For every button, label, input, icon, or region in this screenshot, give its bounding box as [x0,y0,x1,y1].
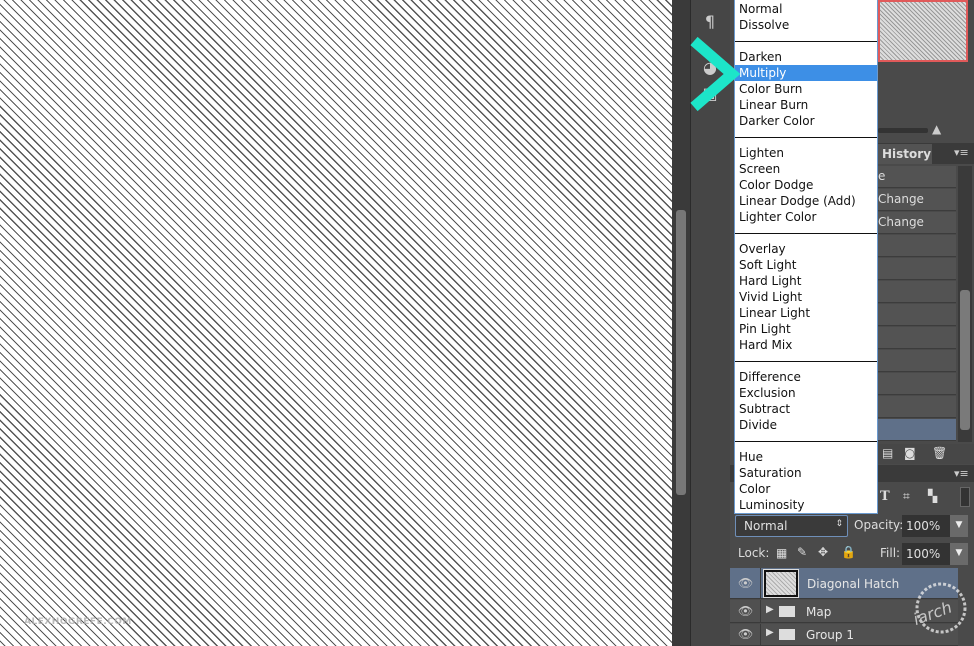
canvas-scrollbar-thumb[interactable] [676,210,686,495]
history-state[interactable]: Change [878,189,956,211]
menu-item-saturation[interactable]: Saturation [735,465,877,481]
layer-thumbnail [763,569,799,598]
menu-item-soft-light[interactable]: Soft Light [735,257,877,273]
menu-item-linear-burn[interactable]: Linear Burn [735,97,877,113]
blend-mode-select[interactable]: Normal ⇕ [735,515,848,537]
history-state[interactable] [878,373,956,395]
menu-item-darken[interactable]: Darken [735,49,877,65]
opacity-dropdown-button[interactable]: ▼ [950,515,968,537]
column-divider [760,600,761,622]
layer-name[interactable]: Group 1 [806,628,854,642]
blend-mode-menu[interactable]: Normal Dissolve Darken Multiply Color Burn Li… [734,0,878,514]
filter-toggle[interactable] [960,487,970,507]
history-state[interactable] [878,258,956,280]
updown-icon: ⇕ [835,519,843,529]
history-state[interactable]: e [878,166,956,188]
menu-item-exclusion[interactable]: Exclusion [735,385,877,401]
menu-separator [735,361,877,362]
menu-item-hard-light[interactable]: Hard Light [735,273,877,289]
menu-item-hue[interactable]: Hue [735,449,877,465]
menu-item-subtract[interactable]: Subtract [735,401,877,417]
filter-type-icon[interactable]: T [880,489,890,504]
menu-item-lighten[interactable]: Lighten [735,145,877,161]
visibility-eye-icon[interactable]: 👁 [738,576,753,590]
history-state[interactable] [878,396,956,418]
lock-all-icon[interactable]: 🔒 [841,545,856,559]
history-state[interactable] [878,304,956,326]
navigator-preview[interactable] [878,0,968,62]
menu-item-color-dodge[interactable]: Color Dodge [735,177,877,193]
visibility-eye-icon[interactable]: 👁 [738,627,753,641]
history-state[interactable]: Change [878,212,956,234]
menu-item-luminosity[interactable]: Luminosity [735,497,877,513]
column-divider [760,568,761,598]
visibility-eye-icon[interactable]: 👁 [738,604,753,618]
filter-smart-object-icon[interactable]: ▚ [928,489,937,503]
fill-label: Fill: [880,546,901,560]
paragraph-icon[interactable]: ¶ [700,12,720,31]
menu-separator [735,41,877,42]
history-state[interactable] [878,327,956,349]
layer-name[interactable]: Map [806,605,831,619]
expand-triangle-icon[interactable]: ▶ [766,604,774,615]
navigator-zoom-slider[interactable] [878,128,928,133]
menu-separator [735,137,877,138]
menu-item-darker-color[interactable]: Darker Color [735,113,877,129]
history-state[interactable] [878,350,956,372]
iarch-watermark-stamp: iarch [911,582,967,634]
menu-item-difference[interactable]: Difference [735,369,877,385]
watermark: ALEXHOGREFE.COM [24,617,132,627]
menu-separator [735,441,877,442]
menu-item-overlay[interactable]: Overlay [735,241,877,257]
menu-item-normal[interactable]: Normal [735,1,877,17]
filter-shape-icon[interactable]: ⌗ [903,489,910,504]
zoom-in-icon[interactable]: ▲ [932,122,941,136]
menu-item-dissolve[interactable]: Dissolve [735,17,877,33]
document-canvas[interactable] [0,0,672,646]
folder-icon [779,629,795,640]
menu-item-divide[interactable]: Divide [735,417,877,433]
fill-input[interactable]: 100% [902,543,950,565]
history-state[interactable] [878,235,956,257]
menu-item-screen[interactable]: Screen [735,161,877,177]
history-state[interactable] [878,281,956,303]
tab-history[interactable]: History [878,144,932,164]
expand-triangle-icon[interactable]: ▶ [766,627,774,638]
lock-pixels-brush-icon[interactable]: ✎ [797,545,807,559]
blend-mode-value: Normal [744,519,788,533]
lock-position-move-icon[interactable]: ✥ [818,545,828,559]
menu-item-hard-mix[interactable]: Hard Mix [735,337,877,353]
fill-dropdown-button[interactable]: ▼ [950,543,968,565]
menu-item-vivid-light[interactable]: Vivid Light [735,289,877,305]
menu-item-pin-light[interactable]: Pin Light [735,321,877,337]
history-footer: ▤ ◙ 🗑 [878,444,974,464]
opacity-input[interactable]: 100% [902,515,950,537]
history-scrollbar-thumb[interactable] [960,290,970,430]
folder-icon [779,605,795,617]
menu-item-lighter-color[interactable]: Lighter Color [735,209,877,225]
menu-item-multiply[interactable]: Multiply [735,65,877,81]
trash-icon[interactable]: 🗑 [932,446,947,460]
layer-name[interactable]: Diagonal Hatch [807,577,899,591]
new-document-icon[interactable]: ▤ [882,446,893,460]
snapshot-camera-icon[interactable]: ◙ [904,446,916,460]
menu-item-color-burn[interactable]: Color Burn [735,81,877,97]
column-divider [760,624,761,645]
panel-menu-icon[interactable]: ▾≡ [954,467,969,480]
menu-separator [735,233,877,234]
panel-menu-icon[interactable]: ▾≡ [954,146,969,159]
opacity-label: Opacity: [854,518,904,532]
lock-label: Lock: [738,546,770,560]
menu-item-linear-dodge-add[interactable]: Linear Dodge (Add) [735,193,877,209]
lock-transparent-icon[interactable]: ▦ [776,546,787,560]
menu-item-color[interactable]: Color [735,481,877,497]
chevron-right-annotation-icon [690,36,741,112]
history-state[interactable] [878,419,956,441]
menu-item-linear-light[interactable]: Linear Light [735,305,877,321]
